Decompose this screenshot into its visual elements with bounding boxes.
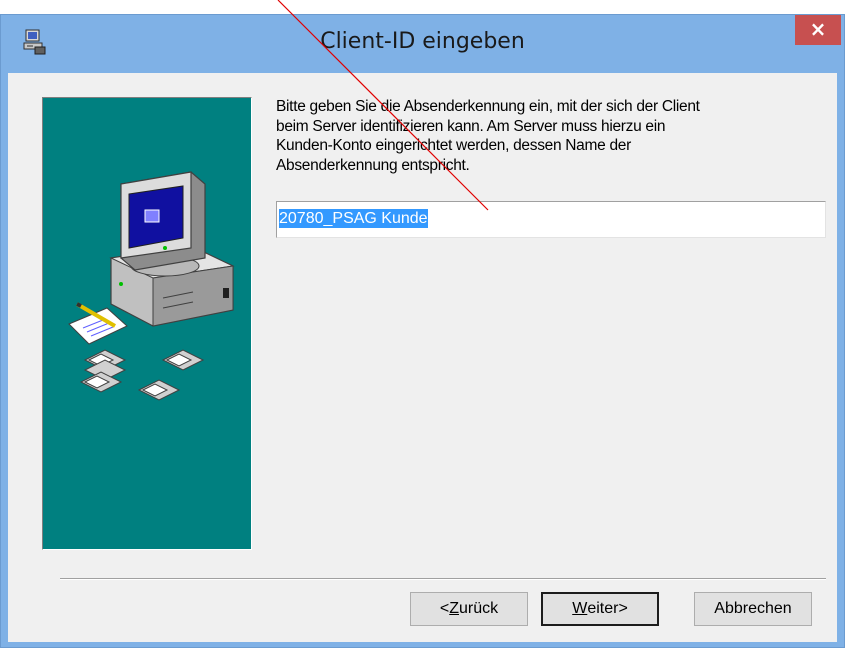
close-button[interactable]: × [795, 15, 841, 45]
back-mnemonic: Z [449, 600, 459, 617]
dialog-body: Bitte geben Sie die Absenderkennung ein,… [8, 73, 837, 642]
computer-with-disks-illustration [68, 171, 235, 401]
back-button[interactable]: < Zurück [410, 592, 528, 626]
cancel-button[interactable]: Abbrechen [694, 592, 812, 626]
instruction-line: beim Server identifizieren kann. Am Serv… [276, 117, 666, 135]
instruction-line: Kunden-Konto eingerichtet werden, dessen… [276, 137, 631, 154]
wizard-image-panel [42, 97, 252, 550]
instruction-text: Bitte geben Sie die Absenderkennung ein,… [276, 97, 826, 175]
instruction-line: Absenderkennung entspricht. [276, 156, 470, 174]
title-bar[interactable]: Client-ID eingeben × [1, 15, 844, 73]
next-label-rest: eiter> [587, 600, 628, 617]
instruction-line: Bitte geben Sie die Absenderkennung ein,… [276, 98, 700, 115]
client-id-input[interactable]: 20780_PSAG Kunde [276, 201, 826, 238]
next-button[interactable]: Weiter> [541, 592, 659, 626]
back-prefix: < [439, 600, 450, 617]
dialog-window: Client-ID eingeben × Bitte geben Sie die… [0, 14, 845, 648]
next-mnemonic: W [572, 600, 588, 617]
separator [60, 578, 826, 580]
client-id-value: 20780_PSAG Kunde [279, 209, 428, 228]
window-title: Client-ID eingeben [320, 29, 525, 54]
back-label-rest: urück [459, 600, 499, 617]
